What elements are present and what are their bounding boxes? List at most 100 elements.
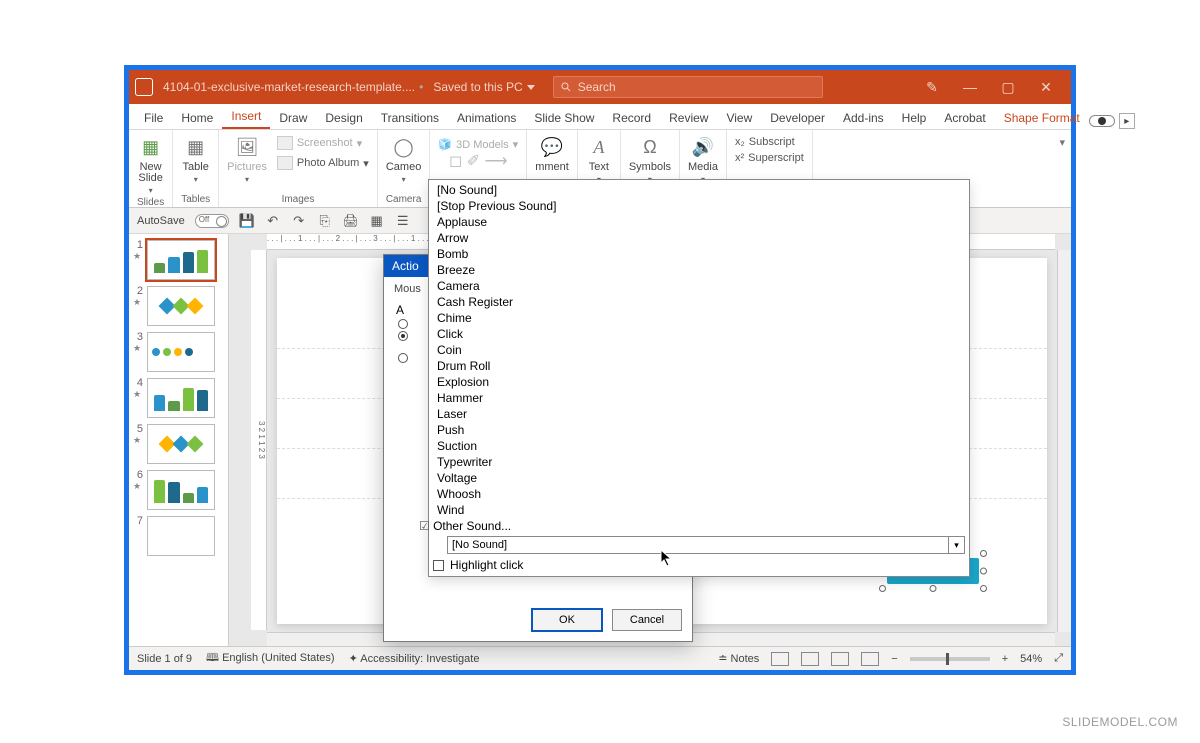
sound-option[interactable]: Hammer	[433, 390, 965, 406]
zoom-level[interactable]: 54%	[1020, 653, 1042, 665]
sound-option[interactable]: Voltage	[433, 470, 965, 486]
new-slide-button[interactable]: ▦New Slide▾	[138, 134, 164, 195]
symbols-button[interactable]: ΩSymbols▾	[629, 134, 671, 184]
subscript-button[interactable]: x₂ Subscript	[735, 136, 795, 148]
qat-btn-3[interactable]: ▦	[369, 213, 385, 229]
collapse-ribbon-button[interactable]: ▸	[1119, 113, 1135, 129]
tab-addins[interactable]: Add-ins	[834, 107, 893, 129]
zoom-out-button[interactable]: −	[891, 653, 897, 665]
sound-option[interactable]: Whoosh	[433, 486, 965, 502]
screenshot-button[interactable]: Screenshot ▾	[277, 136, 369, 150]
slide-counter[interactable]: Slide 1 of 9	[137, 653, 192, 665]
sound-option[interactable]: Laser	[433, 406, 965, 422]
qat-btn-2[interactable]: 🖨	[343, 213, 359, 229]
sound-option[interactable]: Click	[433, 326, 965, 342]
thumbnail-pane[interactable]: 1★ 2★ 3★ 4★ 5★ 6★ 7	[129, 234, 229, 646]
sound-option[interactable]: Cash Register	[433, 294, 965, 310]
view-normal-button[interactable]	[771, 652, 789, 666]
tab-home[interactable]: Home	[172, 107, 222, 129]
tab-transitions[interactable]: Transitions	[372, 107, 448, 129]
close-button[interactable]: ✕	[1027, 70, 1065, 104]
group-slides: ▦New Slide▾ Slides	[129, 130, 173, 207]
view-slideshow-button[interactable]	[861, 652, 879, 666]
recording-indicator[interactable]	[1089, 115, 1115, 127]
sound-option[interactable]: [Stop Previous Sound]	[433, 198, 965, 214]
tab-record[interactable]: Record	[603, 107, 660, 129]
sound-dropdown-list[interactable]: [No Sound] [Stop Previous Sound] Applaus…	[428, 179, 970, 577]
photo-album-button[interactable]: Photo Album ▾	[277, 156, 369, 170]
cameo-button[interactable]: ◯Cameo▾	[386, 134, 421, 184]
tab-review[interactable]: Review	[660, 107, 717, 129]
slide-thumb-2[interactable]: 2★	[133, 286, 224, 326]
3d-models-button[interactable]: 🧊 3D Models ▾	[438, 138, 518, 151]
comment-button[interactable]: 💬mment	[535, 134, 569, 173]
sound-select-field[interactable]	[447, 536, 949, 554]
sound-option[interactable]: Arrow	[433, 230, 965, 246]
cancel-button[interactable]: Cancel	[612, 609, 682, 631]
tab-animations[interactable]: Animations	[448, 107, 525, 129]
slide-thumb-4[interactable]: 4★	[133, 378, 224, 418]
accessibility-button[interactable]: ✦ Accessibility: Investigate	[349, 652, 480, 665]
maximize-button[interactable]: ▢	[989, 70, 1027, 104]
sound-option[interactable]: Typewriter	[433, 454, 965, 470]
notes-button[interactable]: ≐ Notes	[718, 652, 759, 665]
slide-thumb-1[interactable]: 1★	[133, 240, 224, 280]
text-button[interactable]: AText▾	[586, 134, 612, 184]
sound-option-other[interactable]: Other Sound...	[415, 518, 965, 534]
search-icon	[560, 81, 572, 93]
pictures-button[interactable]: 🖼Pictures▾	[227, 134, 267, 184]
save-icon[interactable]: 💾	[239, 213, 255, 229]
sound-option[interactable]: Drum Roll	[433, 358, 965, 374]
slide-thumb-6[interactable]: 6★	[133, 470, 224, 510]
tab-draw[interactable]: Draw	[270, 107, 316, 129]
sound-option[interactable]: Camera	[433, 278, 965, 294]
autosave-toggle[interactable]: Off	[195, 214, 229, 228]
minimize-button[interactable]: —	[951, 70, 989, 104]
undo-icon[interactable]: ↶	[265, 213, 281, 229]
tab-help[interactable]: Help	[893, 107, 936, 129]
slide-thumb-5[interactable]: 5★	[133, 424, 224, 464]
symbols-icon: Ω	[637, 134, 663, 160]
tab-design[interactable]: Design	[316, 107, 371, 129]
fit-to-window-button[interactable]: ⤢	[1054, 652, 1063, 665]
zoom-in-button[interactable]: +	[1002, 653, 1008, 665]
sound-option[interactable]: Explosion	[433, 374, 965, 390]
media-button[interactable]: 🔊Media▾	[688, 134, 718, 184]
view-reading-button[interactable]	[831, 652, 849, 666]
tab-insert[interactable]: Insert	[222, 105, 270, 129]
tab-shape-format[interactable]: Shape Format	[995, 107, 1089, 129]
zoom-slider[interactable]	[910, 657, 990, 661]
sound-option[interactable]: Bomb	[433, 246, 965, 262]
ok-button[interactable]: OK	[532, 609, 602, 631]
tab-view[interactable]: View	[717, 107, 761, 129]
sound-option[interactable]: Breeze	[433, 262, 965, 278]
save-state[interactable]: Saved to this PC	[433, 80, 534, 94]
superscript-button[interactable]: x² Superscript	[735, 152, 804, 164]
sound-option[interactable]: [No Sound]	[433, 182, 965, 198]
pen-icon[interactable]: ✎	[913, 70, 951, 104]
qat-btn-1[interactable]: ⎘	[317, 213, 333, 229]
sound-option[interactable]: Applause	[433, 214, 965, 230]
statusbar: Slide 1 of 9 🕮 English (United States) ✦…	[129, 646, 1071, 670]
tab-acrobat[interactable]: Acrobat	[935, 107, 994, 129]
table-button[interactable]: ▦Table▾	[183, 134, 209, 184]
qat-btn-4[interactable]: ☰	[395, 213, 411, 229]
tab-slideshow[interactable]: Slide Show	[525, 107, 603, 129]
tab-developer[interactable]: Developer	[761, 107, 834, 129]
chevron-down-icon[interactable]: ▾	[949, 536, 965, 554]
tab-file[interactable]: File	[135, 107, 172, 129]
view-sorter-button[interactable]	[801, 652, 819, 666]
sound-option[interactable]: Wind	[433, 502, 965, 518]
redo-icon[interactable]: ↷	[291, 213, 307, 229]
slide-thumb-3[interactable]: 3★	[133, 332, 224, 372]
language-button[interactable]: 🕮 English (United States)	[206, 649, 335, 668]
slide-thumb-7[interactable]: 7	[133, 516, 224, 556]
sound-option[interactable]: Suction	[433, 438, 965, 454]
sound-option[interactable]: Coin	[433, 342, 965, 358]
highlight-checkbox[interactable]	[433, 560, 444, 571]
sound-option[interactable]: Push	[433, 422, 965, 438]
search-box[interactable]: Search	[553, 76, 823, 98]
sound-option[interactable]: Chime	[433, 310, 965, 326]
scrollbar-vertical[interactable]	[1057, 250, 1071, 632]
text-icon: A	[586, 134, 612, 160]
